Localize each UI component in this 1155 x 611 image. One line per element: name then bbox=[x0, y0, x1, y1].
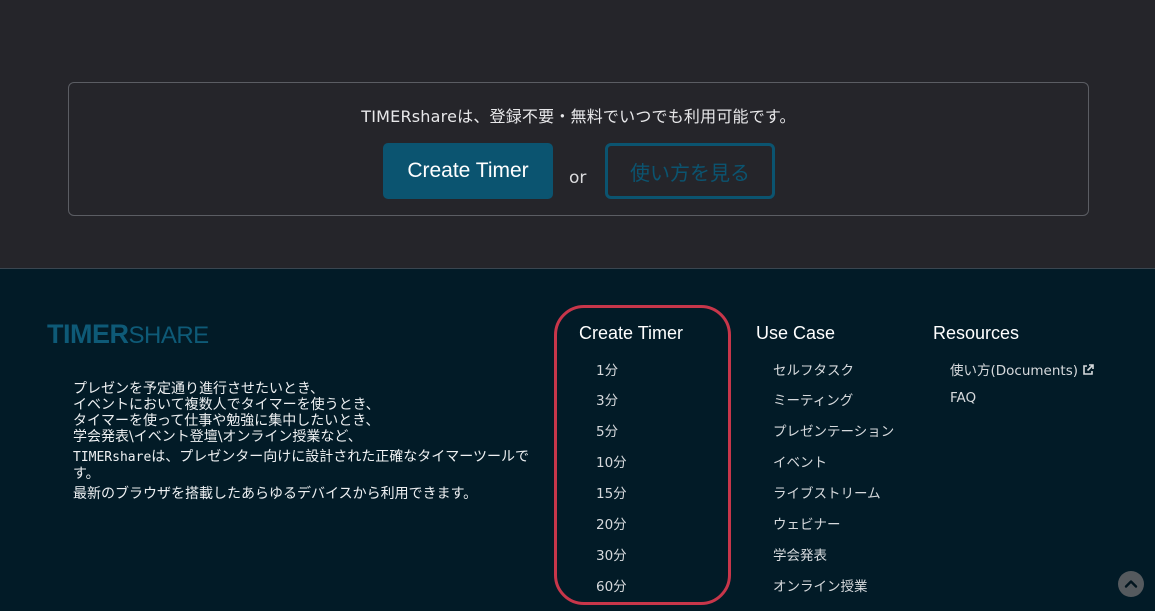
create-timer-button[interactable]: Create Timer bbox=[383, 143, 553, 199]
description-line: プレゼンを予定通り進行させたいとき、 bbox=[73, 381, 325, 397]
chevron-up-icon bbox=[1124, 580, 1138, 588]
use-case-link-meeting[interactable]: ミーティング bbox=[773, 389, 853, 409]
footer-logo[interactable]: TIMERSHARE bbox=[47, 319, 209, 350]
footer: TIMERSHARE プレゼンを予定通り進行させたいとき、 イベントにおいて複数… bbox=[0, 268, 1155, 611]
use-case-link-online-class[interactable]: オンライン授業 bbox=[773, 575, 868, 595]
cta-box: TIMERshareは、登録不要・無料でいつでも利用可能です。 Create T… bbox=[68, 82, 1089, 216]
use-case-link-livestream[interactable]: ライブストリーム bbox=[773, 482, 881, 502]
create-timer-highlight bbox=[554, 305, 731, 605]
resource-link-label: 使い方(Documents) bbox=[950, 363, 1079, 379]
use-case-link-event[interactable]: イベント bbox=[773, 451, 827, 471]
logo-text-bold: TIMER bbox=[47, 319, 129, 349]
use-case-link-webinar[interactable]: ウェビナー bbox=[773, 513, 841, 533]
cta-section: TIMERshareは、登録不要・無料でいつでも利用可能です。 Create T… bbox=[0, 0, 1155, 268]
description-sentence: 最新のブラウザを搭載したあらゆるデバイスから利用できます。 bbox=[73, 486, 478, 502]
resource-link-documents[interactable]: 使い方(Documents) bbox=[950, 359, 1094, 379]
use-case-link-self-task[interactable]: セルフタスク bbox=[773, 359, 854, 379]
use-case-heading: Use Case bbox=[756, 323, 836, 343]
how-to-use-button[interactable]: 使い方を見る bbox=[605, 143, 775, 199]
external-link-icon bbox=[1083, 364, 1094, 375]
description-intro: プレゼンを予定通り進行させたいとき、 イベントにおいて複数人でタイマーを使うとき… bbox=[73, 381, 553, 445]
footer-description: プレゼンを予定通り進行させたいとき、 イベントにおいて複数人でタイマーを使うとき… bbox=[73, 381, 553, 506]
use-case-link-conference[interactable]: 学会発表 bbox=[773, 544, 827, 564]
description-line: イベントにおいて複数人でタイマーを使うとき、 bbox=[73, 397, 380, 413]
brand-name: TIMERshare bbox=[73, 450, 152, 465]
description-sentence: TIMERshareは、プレゼンター向けに設計された正確なタイマーツールです。 bbox=[73, 449, 553, 482]
or-separator: or bbox=[569, 168, 587, 188]
use-case-link-presentation[interactable]: プレゼンテーション bbox=[773, 420, 894, 440]
resources-heading: Resources bbox=[933, 323, 1020, 343]
description-line: 学会発表\イベント登壇\オンライン授業など、 bbox=[73, 429, 362, 445]
logo-text-light: SHARE bbox=[128, 322, 210, 349]
description-line: タイマーを使って仕事や勉強に集中したいとき、 bbox=[73, 413, 380, 429]
cta-message: TIMERshareは、登録不要・無料でいつでも利用可能です。 bbox=[361, 107, 796, 126]
scroll-to-top-button[interactable] bbox=[1118, 571, 1144, 597]
resource-link-faq[interactable]: FAQ bbox=[950, 390, 976, 406]
